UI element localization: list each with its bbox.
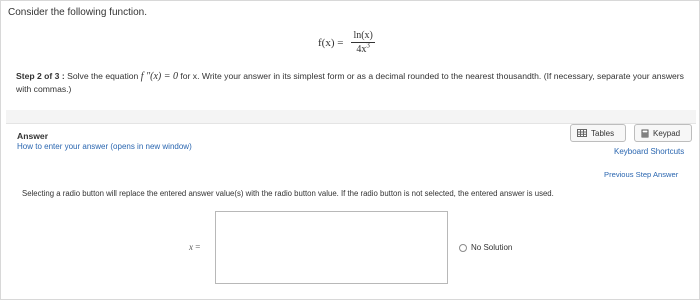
previous-step-answer-link[interactable]: Previous Step Answer (604, 170, 678, 179)
answer-input-variable: x (189, 242, 193, 252)
question-intro: Consider the following function. (8, 7, 147, 18)
formula-denominator-exponent: 3 (366, 41, 370, 50)
keyboard-shortcuts-link[interactable]: Keyboard Shortcuts (614, 147, 684, 156)
radio-note: Selecting a radio button will replace th… (22, 189, 554, 198)
howto-link[interactable]: How to enter your answer (opens in new w… (17, 142, 192, 151)
answer-input[interactable] (215, 211, 448, 284)
calculator-icon (641, 129, 649, 137)
step-label: Step 2 of 3 : (16, 71, 65, 81)
table-grid-icon (577, 129, 587, 137)
formula-fraction: ln(x) 4x3 (351, 30, 375, 55)
tables-button[interactable]: Tables (570, 124, 626, 142)
step-text-before: Solve the equation (64, 71, 141, 81)
step-instructions: Step 2 of 3 : Solve the equation f ″(x) … (16, 70, 691, 96)
keypad-button-label: Keypad (653, 128, 681, 138)
formula-denominator: 4x3 (356, 41, 370, 55)
answer-label: Answer (17, 131, 49, 141)
formula-lhs: f(x) = (318, 36, 344, 49)
radio-unchecked-icon[interactable] (459, 243, 467, 252)
no-solution-label: No Solution (471, 243, 513, 252)
answer-input-equals: = (195, 242, 201, 252)
function-formula: f(x) = ln(x) 4x3 (318, 30, 375, 55)
formula-numerator: ln(x) (351, 30, 375, 43)
no-solution-option[interactable]: No Solution (459, 243, 512, 252)
formula-denominator-base: 4x (356, 44, 367, 55)
tables-button-label: Tables (591, 128, 615, 138)
step-equation: f ″(x) = 0 (140, 71, 178, 82)
keypad-button[interactable]: Keypad (634, 124, 692, 142)
answer-input-label: x = (189, 242, 200, 252)
